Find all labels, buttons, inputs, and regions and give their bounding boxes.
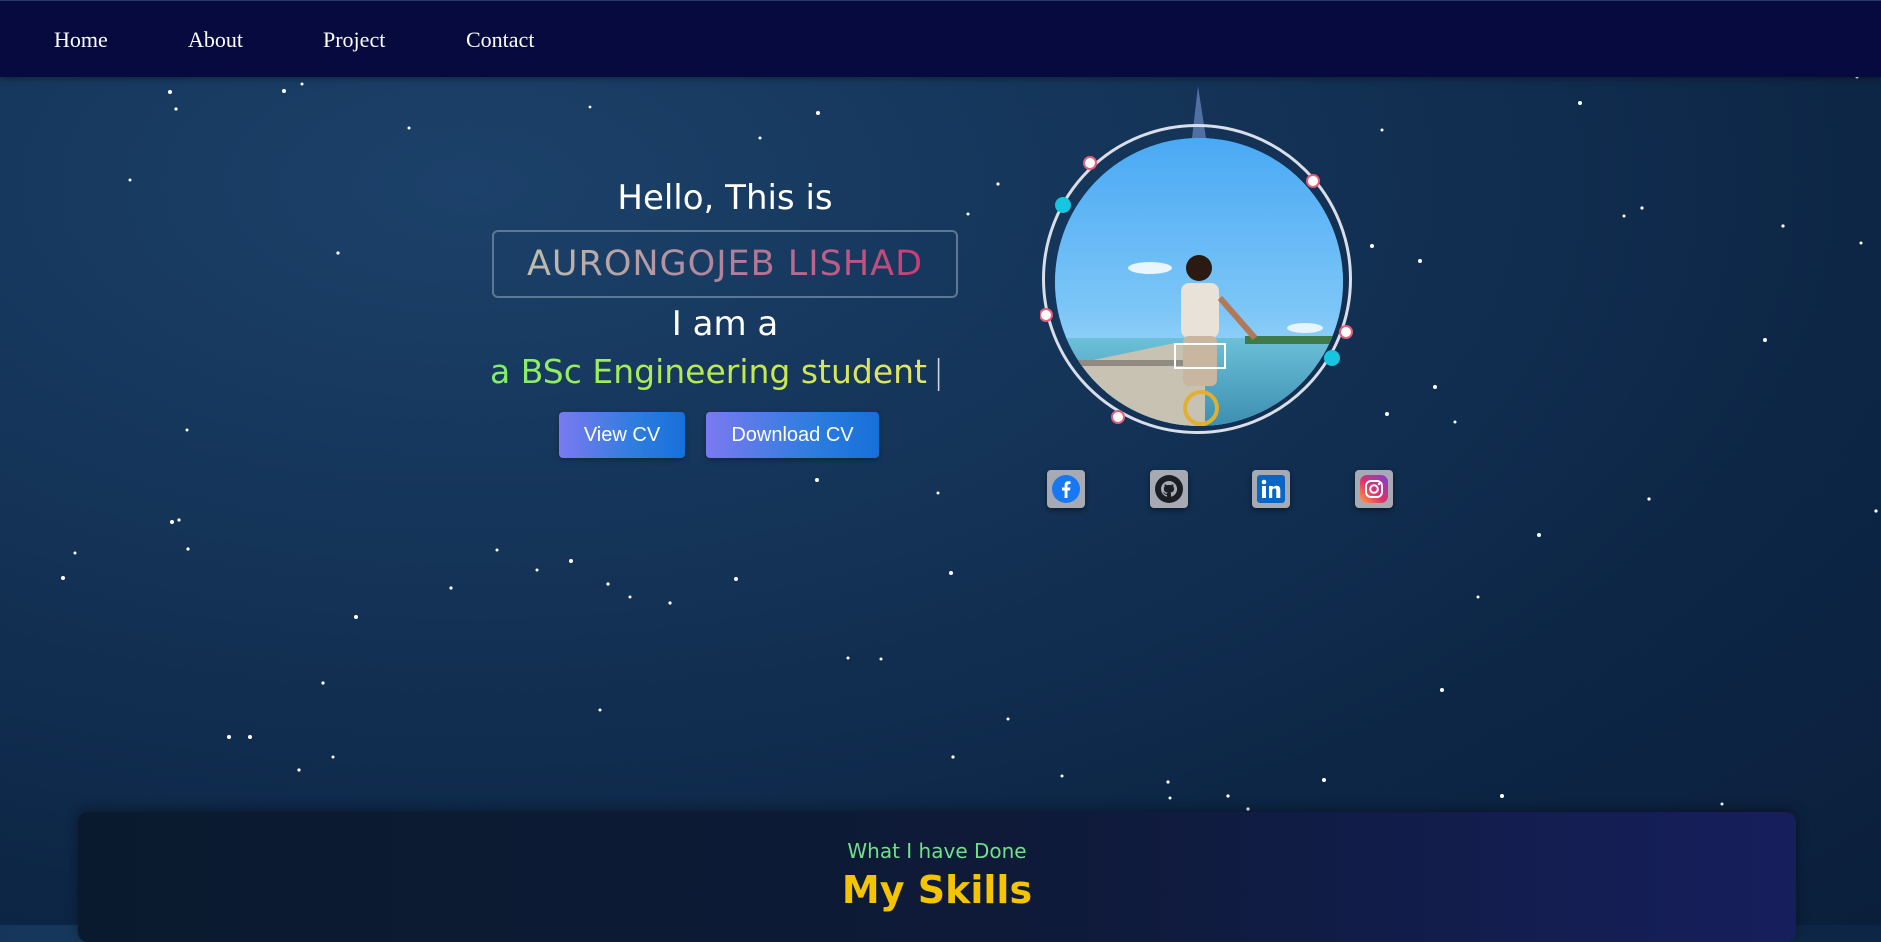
skills-section: What I have Done My Skills [78, 812, 1796, 942]
greeting-text: Hello, This is [617, 178, 833, 218]
profile-picture-frame [1040, 86, 1360, 446]
download-cv-button[interactable]: Download CV [706, 412, 879, 458]
view-cv-button[interactable]: View CV [559, 412, 685, 458]
top-navbar: Home About Project Contact [0, 0, 1881, 77]
name-box: AURONGOJEB LISHAD [492, 230, 958, 298]
github-link[interactable] [1150, 470, 1188, 508]
nav-home-link[interactable]: Home [54, 27, 108, 53]
nav-contact-link[interactable]: Contact [466, 27, 534, 53]
skills-subtitle: What I have Done [847, 839, 1027, 863]
typing-cursor: | [933, 352, 945, 391]
facebook-link[interactable] [1047, 470, 1085, 508]
instagram-icon [1360, 475, 1388, 503]
nav-project-link[interactable]: Project [323, 27, 385, 53]
typing-role: a BSc Engineering student | [490, 352, 944, 391]
starfield-background [61, 64, 1878, 919]
instagram-link[interactable] [1355, 470, 1393, 508]
orbit-dots [1040, 156, 1353, 424]
i-am-text: I am a [671, 304, 779, 344]
linkedin-icon [1257, 475, 1285, 503]
facebook-icon [1052, 475, 1080, 503]
skills-title: My Skills [841, 868, 1033, 912]
linkedin-link[interactable] [1252, 470, 1290, 508]
role-text: a BSc Engineering student [490, 352, 927, 391]
nav-about-link[interactable]: About [188, 27, 243, 53]
github-icon [1155, 475, 1183, 503]
hero-intro: Hello, This is AURONGOJEB LISHAD I am a … [490, 178, 960, 391]
name-text: AURONGOJEB LISHAD [526, 244, 924, 284]
